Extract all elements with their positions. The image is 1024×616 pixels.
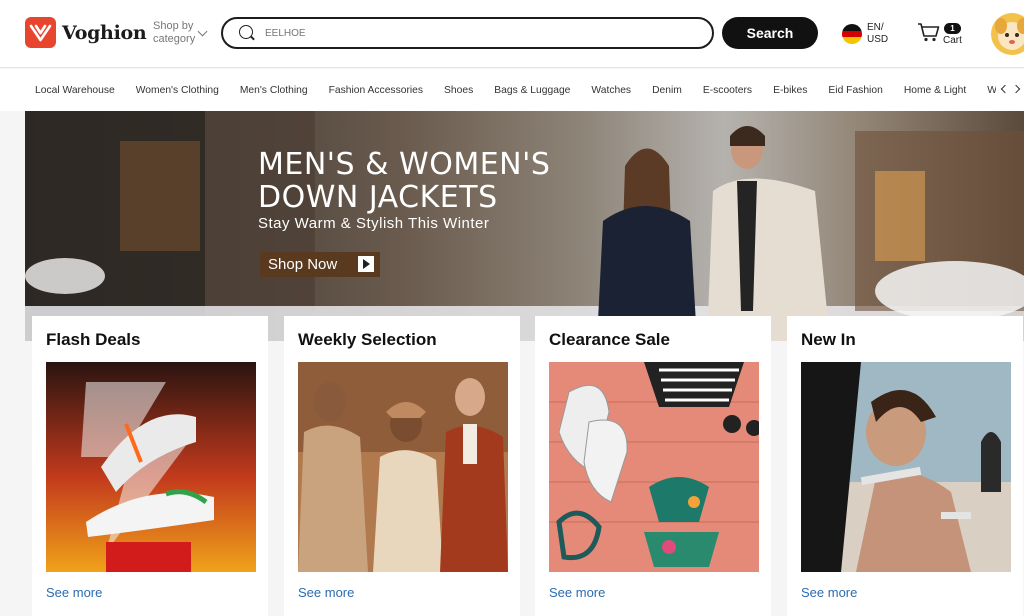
category-item[interactable]: Local Warehouse (35, 85, 115, 96)
card-title: Weekly Selection (298, 330, 437, 349)
see-more-link[interactable]: See more (801, 585, 857, 600)
site-header: Voghion Shop by category Search EN/ USD … (0, 0, 1024, 68)
cart-label[interactable]: Cart (943, 35, 962, 46)
hero-title-line1: MEN'S & WOMEN'S (258, 147, 551, 182)
new-in-image[interactable] (801, 362, 1011, 572)
flash-deals-image[interactable] (46, 362, 256, 572)
hero-background (25, 111, 1024, 341)
search-input[interactable] (265, 23, 685, 43)
chevron-left-icon[interactable] (1000, 84, 1010, 94)
category-item[interactable]: Denim (652, 85, 682, 96)
category-item[interactable]: Women's Clothing (136, 85, 219, 96)
clearance-sale-card[interactable]: Clearance Sale See more (535, 316, 771, 616)
category-nav: Local Warehouse Women's Clothing Men's Clo… (0, 69, 1024, 111)
category-list: Local Warehouse Women's Clothing Men's Clo… (35, 69, 1024, 111)
hero-title: MEN'S & WOMEN'S DOWN JACKETS (258, 148, 550, 214)
category-item[interactable]: Bags & Luggage (494, 85, 570, 96)
hero-subtitle: Stay Warm & Stylish This Winter (258, 215, 490, 232)
category-item[interactable]: Eid Fashion (828, 85, 882, 96)
category-item[interactable]: Watches (591, 85, 631, 96)
category-scroll-controls (996, 69, 1024, 111)
shop-by-label: Shop by (153, 20, 194, 32)
logo[interactable]: Voghion (25, 17, 147, 48)
see-more-link[interactable]: See more (46, 585, 102, 600)
category-item[interactable]: Fashion Accessories (329, 85, 423, 96)
clearance-sale-image[interactable] (549, 362, 759, 572)
category-item[interactable]: Shoes (444, 85, 473, 96)
language-currency-selector[interactable]: EN/ USD (867, 22, 888, 46)
category-item[interactable]: E-bikes (773, 85, 807, 96)
see-more-link[interactable]: See more (298, 585, 354, 600)
weekly-selection-card[interactable]: Weekly Selection See more (284, 316, 520, 616)
category-item[interactable]: Men's Clothing (240, 85, 308, 96)
logo-icon (25, 17, 56, 48)
category-item[interactable]: Home & Light (904, 85, 966, 96)
card-title: Flash Deals (46, 330, 141, 349)
shop-by-category-menu[interactable]: Shop by category (153, 20, 195, 46)
cart-count-badge: 1 (944, 23, 961, 34)
new-in-card[interactable]: New In See more (787, 316, 1023, 616)
play-icon (358, 256, 374, 272)
germany-flag-icon[interactable] (842, 24, 862, 44)
category-label: category (153, 33, 196, 45)
cart-icon[interactable] (917, 22, 941, 42)
card-title: Clearance Sale (549, 330, 670, 349)
category-item[interactable]: E-scooters (703, 85, 752, 96)
language-label: EN/ (867, 22, 884, 33)
chevron-down-icon[interactable] (197, 26, 208, 37)
shop-now-button[interactable]: Shop Now (260, 252, 380, 277)
weekly-selection-image[interactable] (298, 362, 508, 572)
avatar[interactable] (991, 13, 1024, 55)
currency-label: USD (867, 34, 889, 45)
card-title: New In (801, 330, 856, 349)
hero-banner[interactable]: MEN'S & WOMEN'S DOWN JACKETS Stay Warm &… (25, 111, 1024, 341)
logo-text: Voghion (62, 21, 147, 44)
shop-now-label: Shop Now (268, 256, 338, 273)
search-bar (221, 17, 714, 49)
search-button[interactable]: Search (722, 17, 818, 49)
flash-deals-card[interactable]: Flash Deals See more (32, 316, 268, 616)
search-icon (239, 25, 253, 39)
see-more-link[interactable]: See more (549, 585, 605, 600)
chevron-right-icon[interactable] (1011, 84, 1021, 94)
hero-title-line2: DOWN JACKETS (258, 180, 498, 215)
